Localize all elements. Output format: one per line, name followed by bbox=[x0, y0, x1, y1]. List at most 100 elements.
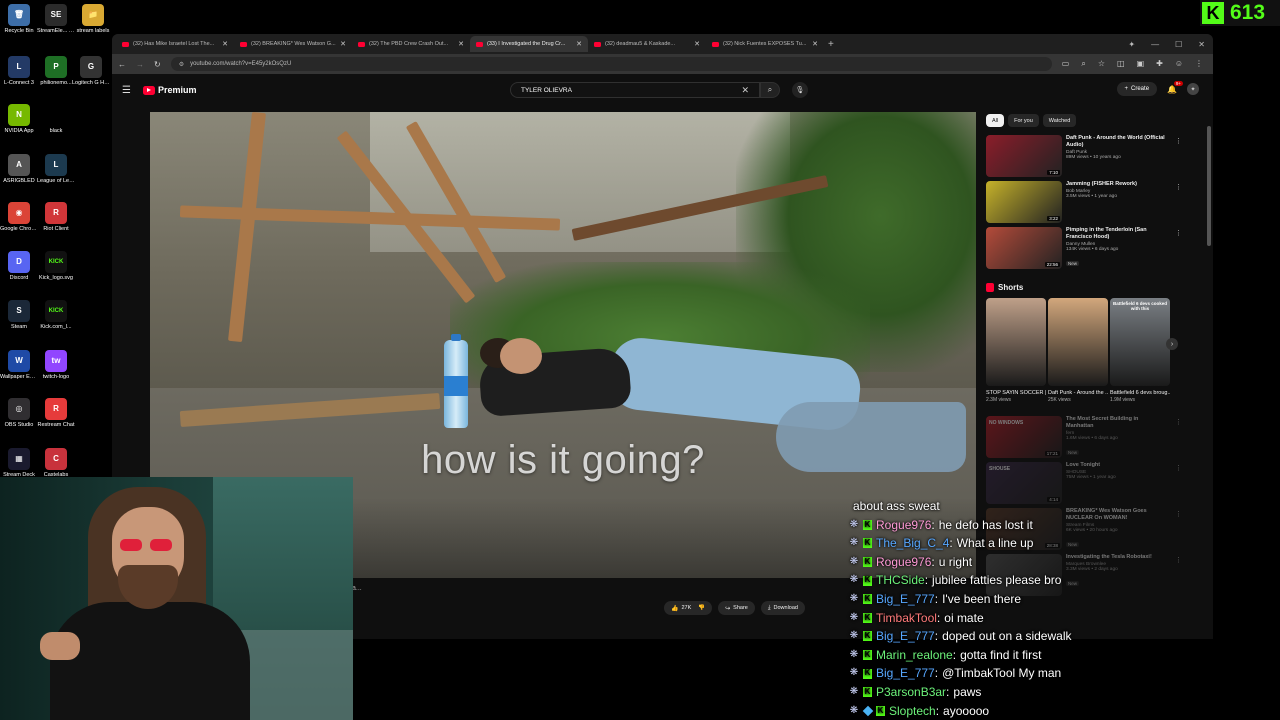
desktop-icon[interactable]: D Discord bbox=[0, 251, 38, 281]
profile-icon[interactable]: ☺ bbox=[1175, 59, 1183, 69]
video-title[interactable]: Jamming (FISHER Rework) bbox=[1066, 181, 1166, 188]
zoom-icon[interactable]: ⌕ bbox=[1081, 59, 1085, 69]
video-title[interactable]: Love Tonight bbox=[1066, 462, 1166, 469]
short-title[interactable]: Daft Punk - Around the ... bbox=[1048, 390, 1108, 397]
tab-close-icon[interactable]: ✕ bbox=[812, 40, 818, 48]
desktop-icon[interactable]: L League of Legends bbox=[37, 154, 75, 184]
short-thumbnail[interactable]: Battlefield 6 devs cooked with this bbox=[1110, 298, 1170, 386]
share-button[interactable]: ↪ Share bbox=[718, 601, 755, 615]
maximize-button[interactable]: ☐ bbox=[1175, 40, 1182, 49]
short-title[interactable]: STOP SAYIN SOCCER | ... bbox=[986, 390, 1046, 397]
chat-username[interactable]: Sloptech bbox=[889, 702, 936, 720]
like-button[interactable]: 👍 27K 👎 bbox=[664, 601, 713, 615]
chat-username[interactable]: Big_E_777 bbox=[876, 664, 935, 683]
desktop-icon[interactable]: L L-Connect 3 bbox=[0, 56, 38, 86]
browser-tab[interactable]: (32) Has Mike Israetel Lost The... ✕ bbox=[116, 36, 234, 52]
filter-chip[interactable]: Watched bbox=[1042, 114, 1077, 127]
tab-close-icon[interactable]: ✕ bbox=[576, 40, 582, 48]
desktop-icon[interactable]: C Castelabs bbox=[37, 448, 75, 478]
desktop-icon[interactable]: SE StreamEle... SE.Live bbox=[37, 4, 75, 34]
video-title[interactable]: Daft Punk - Around the World (Official A… bbox=[1066, 135, 1166, 149]
download-button[interactable]: ⤓ Download bbox=[760, 601, 805, 615]
tab-close-icon[interactable]: ✕ bbox=[458, 40, 464, 48]
desktop-icon[interactable]: N NVIDIA App bbox=[0, 104, 38, 134]
desktop-icon[interactable]: KICK Kick_logo.svg bbox=[37, 251, 75, 281]
chat-username[interactable]: Big_E_777 bbox=[876, 627, 935, 646]
browser-tab[interactable]: (32) Nick Fuentes EXPOSES Tu... ✕ bbox=[706, 36, 824, 52]
browser-tab[interactable]: (32) BREAKING* Wes Watson G... ✕ bbox=[234, 36, 352, 52]
browser-menu-icon[interactable]: ⋮ bbox=[1195, 59, 1203, 69]
video-thumbnail[interactable]: NO WINDOWS 17:21 bbox=[986, 416, 1062, 458]
close-window-button[interactable]: ✕ bbox=[1198, 40, 1205, 49]
tab-close-icon[interactable]: ✕ bbox=[694, 40, 700, 48]
new-tab-button[interactable]: + bbox=[828, 39, 834, 50]
account-avatar[interactable]: ✦ bbox=[1187, 83, 1199, 95]
youtube-logo[interactable]: Premium bbox=[142, 85, 196, 95]
desktop-icon[interactable]: R Restream Chat bbox=[37, 398, 75, 428]
scrollbar-thumb[interactable] bbox=[1207, 126, 1211, 246]
thumbs-down-icon[interactable]: 👎 bbox=[698, 605, 705, 611]
extensions-puzzle-icon[interactable]: ✚ bbox=[1156, 59, 1163, 69]
more-actions-icon[interactable]: ⋮ bbox=[1175, 183, 1182, 191]
desktop-icon[interactable]: tw twitch-logo bbox=[37, 350, 75, 380]
desktop-icon[interactable]: ▦ Stream Deck bbox=[0, 448, 38, 478]
site-info-icon[interactable]: ⚙ bbox=[179, 61, 184, 68]
filter-chip[interactable]: All bbox=[986, 114, 1005, 127]
short-thumbnail[interactable] bbox=[1048, 298, 1108, 386]
bookmark-star-icon[interactable]: ☆ bbox=[1098, 59, 1105, 69]
short-title[interactable]: Battlefield 6 devs broug... bbox=[1110, 390, 1170, 397]
minimize-button[interactable]: — bbox=[1151, 40, 1159, 49]
voice-search-button[interactable]: 🎙 bbox=[792, 82, 808, 98]
desktop-icon[interactable]: black bbox=[37, 104, 75, 134]
chat-username[interactable]: P3arsonB3ar bbox=[876, 683, 946, 702]
desktop-icon[interactable]: KICK Kick.com_l... bbox=[37, 300, 75, 330]
short-item[interactable]: STOP SAYIN SOCCER | ... 2.3M views bbox=[986, 298, 1046, 416]
video-title[interactable]: Pimping in the Tenderloin (San Francisco… bbox=[1066, 227, 1166, 241]
short-item[interactable]: Daft Punk - Around the ... 25K views bbox=[1048, 298, 1108, 416]
desktop-icon[interactable]: 🗑 Recycle Bin bbox=[0, 4, 38, 34]
desktop-icon[interactable]: A ASRIGBLED bbox=[0, 154, 38, 184]
search-input[interactable] bbox=[521, 86, 738, 94]
chat-username[interactable]: Big_E_777 bbox=[876, 590, 935, 609]
video-title[interactable]: The Most Secret Building in Manhattan bbox=[1066, 416, 1166, 430]
create-button[interactable]: + Create bbox=[1116, 82, 1158, 96]
more-actions-icon[interactable]: ⋮ bbox=[1175, 418, 1182, 426]
chat-username[interactable]: THCSide bbox=[876, 571, 925, 590]
video-thumbnail[interactable]: 7:10 bbox=[986, 135, 1062, 177]
browser-tab[interactable]: (32) deadmau5 & Kaskade... ✕ bbox=[588, 36, 706, 52]
clear-search-icon[interactable]: ✕ bbox=[741, 85, 749, 96]
extension-icon[interactable]: ◫ bbox=[1117, 59, 1125, 69]
cast-icon[interactable]: ▭ bbox=[1062, 59, 1070, 69]
desktop-icon[interactable]: W Wallpaper Engine bbox=[0, 350, 38, 380]
more-actions-icon[interactable]: ⋮ bbox=[1175, 137, 1182, 145]
short-thumbnail[interactable] bbox=[986, 298, 1046, 386]
notifications-button[interactable]: 🔔 9+ bbox=[1167, 80, 1183, 94]
recommended-video[interactable]: 3:22 Jamming (FISHER Rework) Bob Marley 3.5… bbox=[986, 181, 1182, 227]
recommended-video[interactable]: NO WINDOWS 17:21 The Most Secret Building … bbox=[986, 416, 1182, 462]
desktop-icon[interactable]: G Logitech G HUB bbox=[72, 56, 110, 86]
short-item[interactable]: Battlefield 6 devs cooked with this Battl… bbox=[1110, 298, 1170, 416]
desktop-icon[interactable]: Pphilionemo... bbox=[37, 56, 75, 86]
desktop-icon[interactable]: 📁 stream labels bbox=[74, 4, 112, 34]
chat-username[interactable]: Rogue976 bbox=[876, 553, 931, 572]
shorts-next-button[interactable]: › bbox=[1166, 338, 1178, 350]
tab-search-icon[interactable]: ▣ bbox=[1137, 59, 1145, 69]
desktop-icon[interactable]: ◉ Google Chrome bbox=[0, 202, 38, 232]
forward-button[interactable]: → bbox=[136, 60, 144, 69]
browser-tab[interactable]: (33) I Investigated the Drug Cr... ✕ bbox=[470, 36, 588, 52]
window-extension-icon[interactable]: ✦ bbox=[1128, 40, 1135, 49]
hamburger-menu-icon[interactable]: ☰ bbox=[122, 85, 131, 96]
chat-username[interactable]: TimbakTool bbox=[876, 609, 937, 628]
filter-chip[interactable]: For you bbox=[1008, 114, 1039, 127]
more-actions-icon[interactable]: ⋮ bbox=[1175, 464, 1182, 472]
chat-username[interactable]: Marin_realone bbox=[876, 646, 953, 665]
video-thumbnail[interactable]: 22:56 bbox=[986, 227, 1062, 269]
more-actions-icon[interactable]: ⋮ bbox=[1175, 229, 1182, 237]
tab-close-icon[interactable]: ✕ bbox=[222, 40, 228, 48]
desktop-icon[interactable]: ◎ OBS Studio bbox=[0, 398, 38, 428]
chat-username[interactable]: Rogue976 bbox=[876, 516, 931, 535]
tab-close-icon[interactable]: ✕ bbox=[340, 40, 346, 48]
desktop-icon[interactable]: R Riot Client bbox=[37, 202, 75, 232]
url-field[interactable]: ⚙ youtube.com/watch?v=E45y2kOsQzU bbox=[170, 57, 1052, 71]
back-button[interactable]: ← bbox=[118, 60, 126, 69]
